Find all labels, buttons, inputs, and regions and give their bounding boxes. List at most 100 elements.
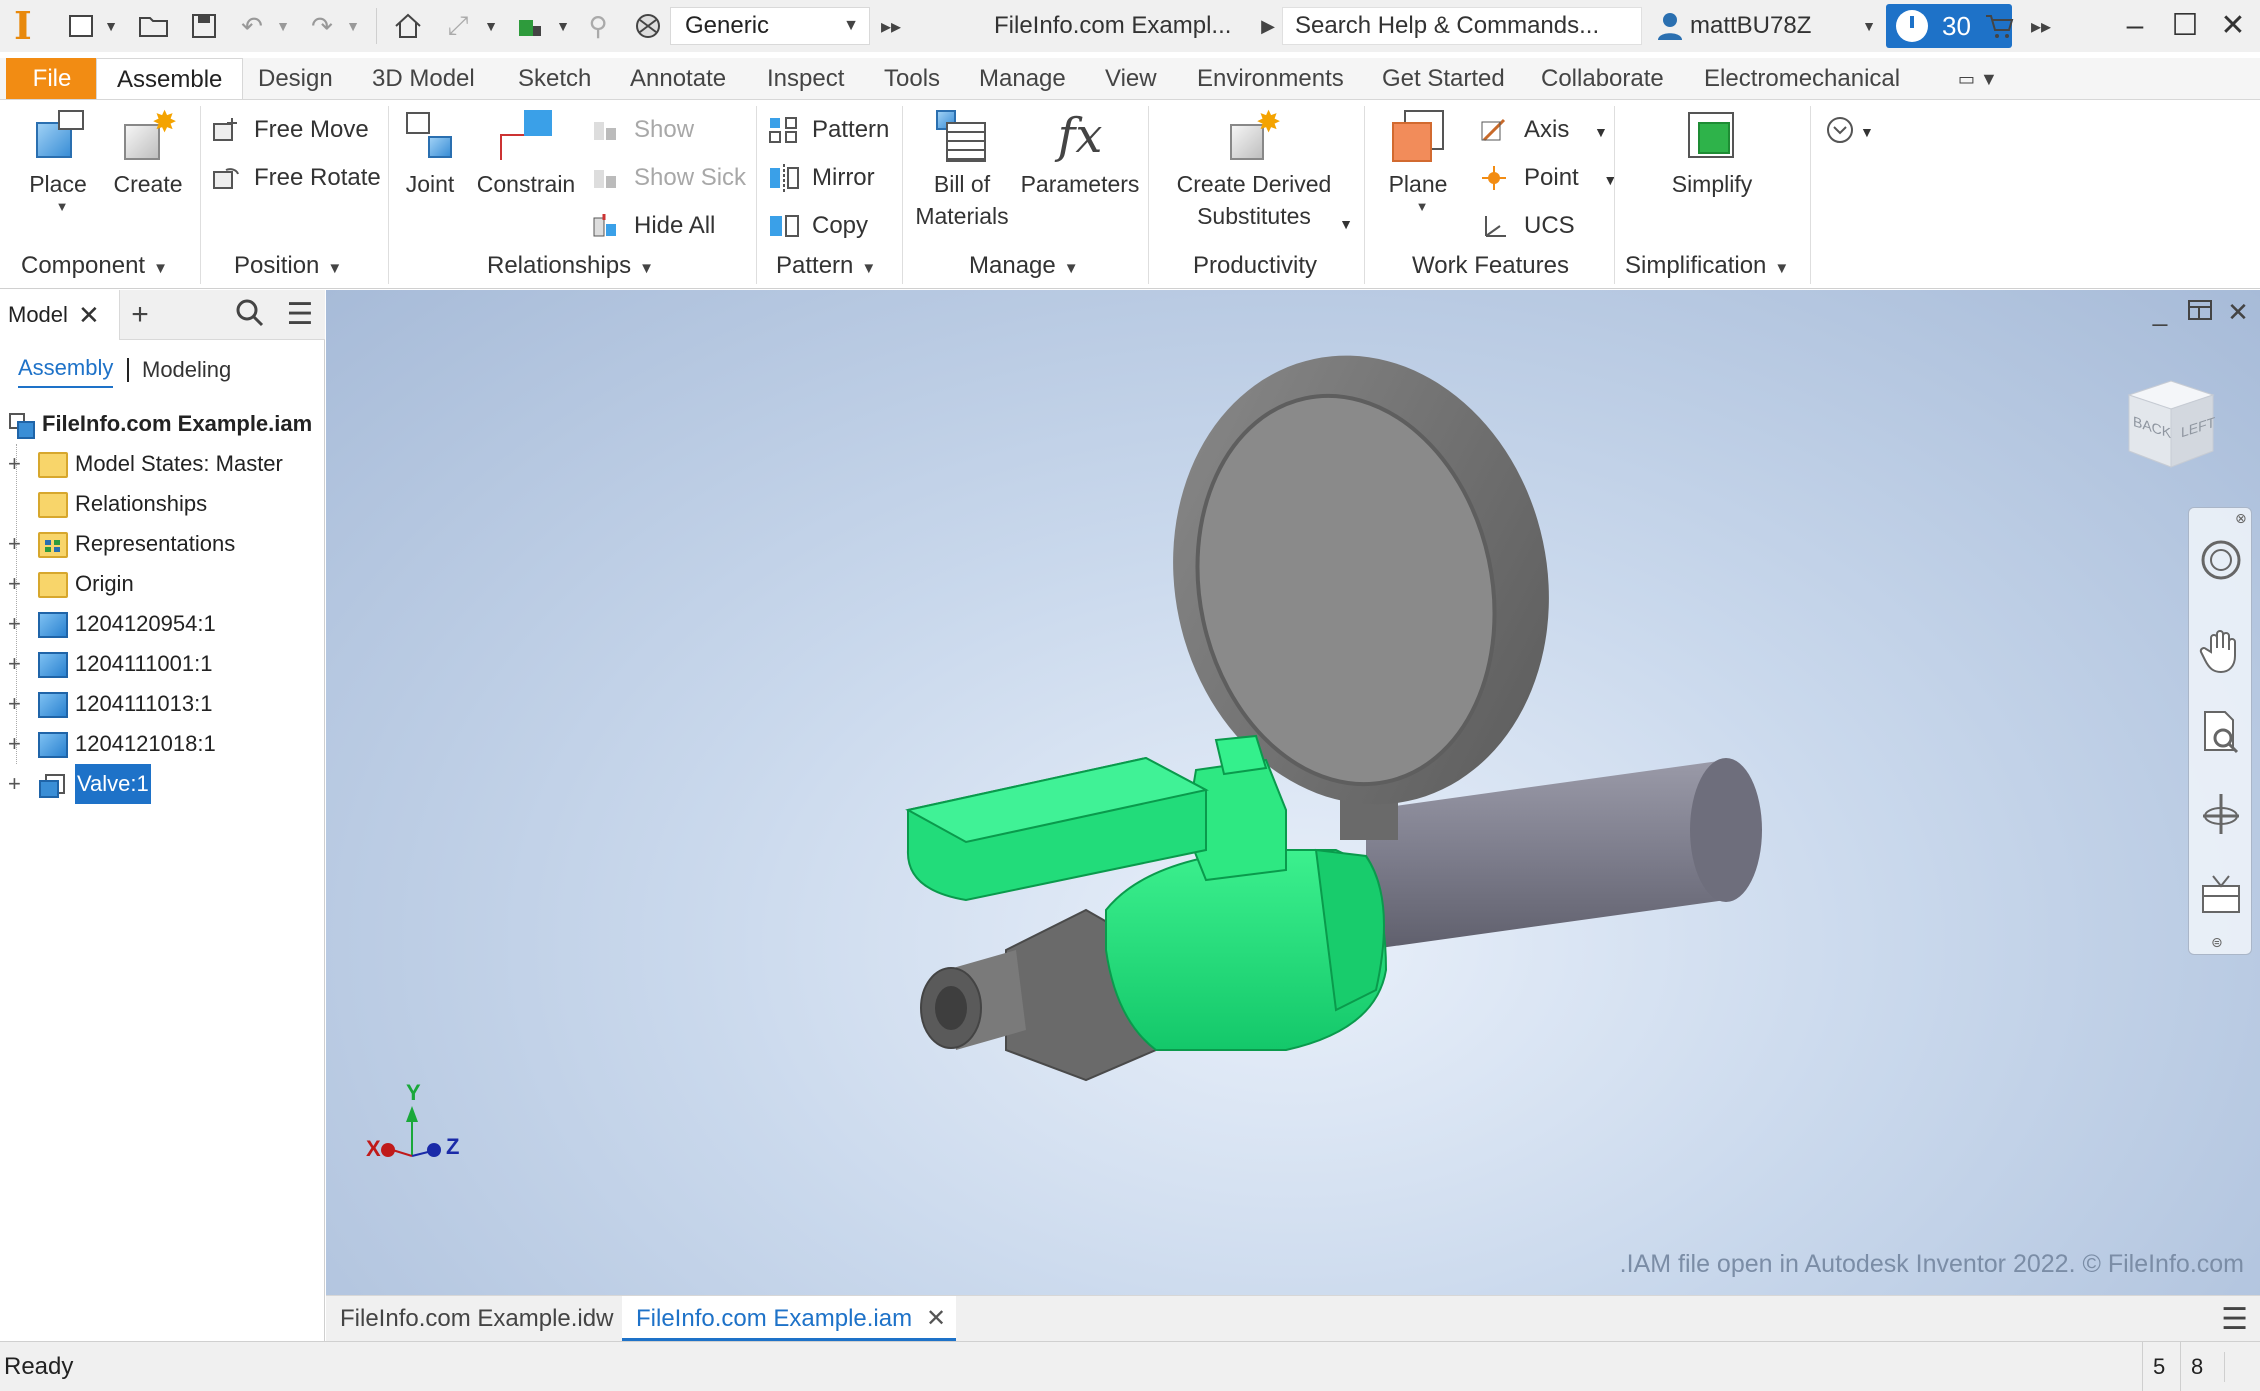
material-dropdown-icon[interactable]: ▼: [552, 10, 574, 42]
point-dropdown-icon[interactable]: ▼: [1603, 172, 1617, 188]
point-button[interactable]: Point ▼: [1474, 158, 1617, 198]
close-window-icon[interactable]: ✕: [2210, 6, 2256, 46]
expand-qat-icon[interactable]: ▸▸: [876, 10, 906, 42]
tree-root[interactable]: FileInfo.com Example.iam: [0, 404, 325, 444]
tab-collaborate[interactable]: Collaborate: [1541, 58, 1664, 100]
tree-item-origin[interactable]: + Origin: [0, 564, 325, 604]
close-icon[interactable]: ✕: [926, 1296, 946, 1342]
tab-electromechanical[interactable]: Electromechanical: [1704, 58, 1900, 100]
user-name[interactable]: mattBU78Z: [1690, 8, 1811, 44]
document-menu-icon[interactable]: ☰: [2221, 1302, 2248, 1337]
inventor-logo-icon[interactable]: I: [14, 6, 42, 46]
tab-manage[interactable]: Manage: [979, 58, 1066, 100]
expand-plus-icon[interactable]: +: [8, 564, 21, 604]
mirror-button[interactable]: Mirror: [762, 158, 875, 198]
joint-button[interactable]: Joint: [394, 108, 466, 200]
material-icon[interactable]: [510, 10, 550, 42]
save-icon[interactable]: [184, 10, 224, 42]
show-button[interactable]: Show: [584, 110, 694, 150]
close-icon[interactable]: ✕: [78, 290, 100, 340]
create-derived-dropdown-icon[interactable]: ▼: [1336, 208, 1356, 240]
tab-inspect[interactable]: Inspect: [767, 58, 844, 100]
hide-all-button[interactable]: Hide All: [584, 206, 715, 246]
minimize-icon[interactable]: –: [2112, 6, 2158, 46]
undo-icon[interactable]: ↶: [232, 10, 272, 42]
add-browser-icon[interactable]: +: [122, 298, 158, 332]
appearance-ball-icon[interactable]: [628, 10, 668, 42]
user-icon[interactable]: [1652, 10, 1688, 42]
axis-dropdown-icon[interactable]: ▼: [1594, 124, 1608, 140]
tab-view[interactable]: View: [1105, 58, 1157, 100]
open-folder-icon[interactable]: [134, 10, 174, 42]
graphics-viewport[interactable]: _ ✕ BACK LEFT ⊗ ⊜ Y X Z .IAM file open i…: [326, 290, 2260, 1295]
expand-plus-icon[interactable]: +: [8, 444, 21, 484]
expand-plus-icon[interactable]: +: [8, 604, 21, 644]
tab-file[interactable]: File: [6, 58, 98, 100]
free-move-button[interactable]: Free Move: [204, 110, 369, 150]
menu-icon[interactable]: ☰: [282, 298, 318, 332]
cart-icon[interactable]: [1980, 10, 2020, 42]
search-icon[interactable]: [232, 298, 268, 332]
tab-design[interactable]: Design: [258, 58, 333, 100]
redo-dropdown-icon[interactable]: ▼: [342, 10, 364, 42]
resize-grip-icon[interactable]: [2224, 1352, 2254, 1382]
constrain-button[interactable]: Constrain: [472, 108, 580, 200]
tab-get-started[interactable]: Get Started: [1382, 58, 1505, 100]
tree-item-part-1204111001[interactable]: + 1204111001:1: [0, 644, 325, 684]
select-filter-icon[interactable]: ⤢: [438, 10, 478, 42]
place-button[interactable]: Place ▼: [14, 108, 102, 214]
appearance-override-icon[interactable]: ⚲: [578, 10, 618, 42]
tree-item-valve[interactable]: + Valve:1: [0, 763, 325, 805]
tab-annotate[interactable]: Annotate: [630, 58, 726, 100]
new-dropdown-icon[interactable]: ▼: [100, 10, 122, 42]
show-sick-button[interactable]: Show Sick: [584, 158, 746, 198]
panel-label-manage[interactable]: Manage ▼: [969, 248, 1079, 287]
tree-item-part-1204111013[interactable]: + 1204111013:1: [0, 684, 325, 724]
tree-item-part-1204121018[interactable]: + 1204121018:1: [0, 724, 325, 764]
create-derived-substitutes-button[interactable]: ✸ Create Derived Substitutes: [1156, 108, 1352, 232]
search-input[interactable]: Search Help & Commands...: [1282, 7, 1642, 45]
panel-label-relationships[interactable]: Relationships ▼: [487, 248, 654, 287]
doc-tab-iam[interactable]: FileInfo.com Example.iam ✕: [622, 1296, 957, 1342]
expand-plus-icon[interactable]: +: [8, 684, 21, 724]
mode-modeling-tab[interactable]: Modeling: [142, 350, 231, 390]
ribbon-options-button[interactable]: ▼: [1820, 110, 1874, 150]
copy-button[interactable]: Copy: [762, 206, 868, 246]
expand-right-icon[interactable]: ▸▸: [2026, 10, 2056, 42]
select-filter-dropdown-icon[interactable]: ▼: [480, 10, 502, 42]
home-icon[interactable]: [388, 10, 428, 42]
pattern-button[interactable]: Pattern: [762, 110, 889, 150]
browser-tab-model[interactable]: Model ✕: [0, 290, 120, 340]
tab-3d-model[interactable]: 3D Model: [372, 58, 475, 100]
doc-tab-idw[interactable]: FileInfo.com Example.idw: [326, 1296, 627, 1342]
tab-environments[interactable]: Environments: [1197, 58, 1344, 100]
plane-button[interactable]: Plane ▼: [1372, 108, 1464, 214]
panel-label-pattern[interactable]: Pattern ▼: [776, 248, 876, 287]
axis-button[interactable]: Axis ▼: [1474, 110, 1608, 150]
appearance-select[interactable]: Generic ▼: [670, 7, 870, 45]
tree-item-representations[interactable]: + Representations: [0, 524, 325, 564]
tab-assemble[interactable]: Assemble: [96, 58, 244, 100]
create-component-button[interactable]: ✸ Create: [106, 108, 190, 200]
simplify-button[interactable]: Simplify: [1640, 108, 1784, 200]
new-file-icon[interactable]: [62, 10, 102, 42]
panel-label-simplification[interactable]: Simplification ▼: [1625, 248, 1789, 287]
undo-dropdown-icon[interactable]: ▼: [272, 10, 294, 42]
ribbon-display-toggle-icon[interactable]: ▭ ▼: [1958, 58, 1998, 100]
tree-item-model-states[interactable]: + Model States: Master: [0, 444, 325, 484]
tree-item-part-1204120954[interactable]: + 1204120954:1: [0, 604, 325, 644]
maximize-icon[interactable]: ☐: [2162, 6, 2208, 46]
parameters-button[interactable]: fx Parameters: [1018, 108, 1142, 200]
redo-icon[interactable]: ↷: [302, 10, 342, 42]
title-arrow-icon[interactable]: ▶: [1258, 10, 1278, 42]
valve-gauge-model[interactable]: [326, 290, 2260, 1295]
expand-plus-icon[interactable]: +: [8, 724, 21, 764]
expand-plus-icon[interactable]: +: [8, 764, 21, 804]
tree-item-relationships[interactable]: Relationships: [0, 484, 325, 524]
bill-of-materials-button[interactable]: Bill of Materials: [908, 108, 1016, 232]
free-rotate-button[interactable]: Free Rotate: [204, 158, 381, 198]
tab-sketch[interactable]: Sketch: [518, 58, 591, 100]
user-dropdown-icon[interactable]: ▼: [1858, 10, 1880, 42]
tab-tools[interactable]: Tools: [884, 58, 940, 100]
expand-plus-icon[interactable]: +: [8, 524, 21, 564]
